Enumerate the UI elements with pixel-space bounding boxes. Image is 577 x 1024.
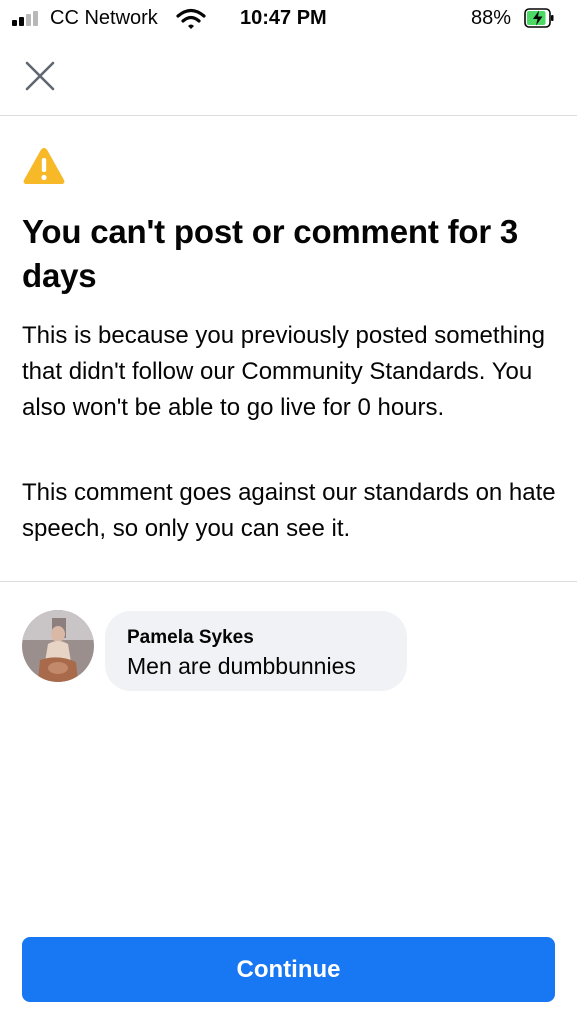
content-divider [0, 581, 577, 582]
battery-percent: 88% [471, 7, 512, 29]
notice-detail: This comment goes against our standards … [22, 479, 556, 542]
close-icon [25, 61, 55, 91]
status-bar: CC Network 10:47 PM 88% [0, 0, 577, 38]
close-button[interactable] [20, 56, 60, 96]
continue-button[interactable]: Continue [22, 937, 555, 1002]
carrier-name: CC Network [50, 7, 158, 29]
notice-body: This is because you previously posted so… [22, 322, 545, 421]
notice-title: You can't post or comment for 3 days [22, 213, 519, 294]
clock: 10:47 PM [240, 7, 327, 29]
comment-author[interactable]: Pamela Sykes [127, 627, 254, 649]
comment-bubble: Pamela Sykes Men are dumbbunnies [105, 611, 407, 691]
wifi-icon [176, 8, 206, 29]
comment-text: Men are dumbbunnies [127, 653, 356, 679]
battery-charging-icon [524, 8, 554, 28]
signal-icon [12, 10, 44, 26]
warning-icon [23, 148, 65, 184]
header-divider [0, 115, 577, 116]
avatar[interactable] [22, 610, 94, 682]
